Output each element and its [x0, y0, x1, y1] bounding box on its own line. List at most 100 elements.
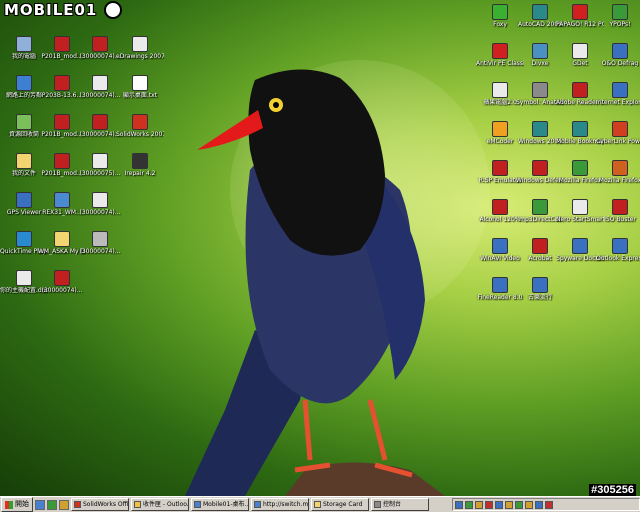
taskbar-button[interactable]: Mobile01-桌布... [191, 498, 249, 511]
desktop-icon[interactable]: Outlook Express [596, 236, 640, 276]
desktop-icon[interactable]: ISO Buster [596, 197, 640, 237]
desktop-icon-label: (30000074)... [79, 248, 121, 255]
desktop-icon-label: Outlook Express [596, 255, 640, 262]
app-icon [492, 277, 508, 293]
start-button[interactable]: 開始 [1, 497, 33, 512]
taskbar-button[interactable]: http://switch.mobi... [251, 498, 309, 511]
image-icon [92, 231, 108, 247]
app-icon [612, 199, 628, 215]
desktop-icon-label: (30000074)... [79, 209, 121, 216]
desktop-icon-label: Internet Explorer [596, 99, 640, 106]
autocad-icon [532, 4, 548, 20]
foxy-icon [492, 4, 508, 20]
desktop-icon[interactable]: Internet Explorer [596, 80, 640, 120]
app-icon [132, 153, 148, 169]
app-icon [532, 121, 548, 137]
app-icon [532, 238, 548, 254]
desktop-icon[interactable]: 顯示桌面.txt [116, 73, 164, 113]
desktop-icon-label: 古樂流行 [527, 294, 552, 301]
car-icon [492, 160, 508, 176]
quicklaunch-media-icon[interactable] [59, 499, 69, 510]
taskbar-button[interactable]: 收件匣 - Outloo... [131, 498, 189, 511]
control-panel-icon [374, 501, 381, 508]
edrawings-icon [132, 36, 148, 52]
desktop-icon[interactable]: Irepair 4.2 [116, 151, 164, 191]
desktop-icon[interactable]: SolidWorks 2007 SP0.0 [116, 112, 164, 152]
tray-icon[interactable] [495, 500, 503, 509]
desktop-icon[interactable]: (30000074)... [38, 268, 86, 308]
document-icon [16, 270, 32, 286]
desktop-icon[interactable]: O&O Defrag [596, 41, 640, 81]
taskbar-button[interactable]: Storage Card [311, 498, 369, 511]
taskbar-button[interactable]: 控制台 [371, 498, 429, 511]
taskbar-button-label: 收件匣 - Outloo... [143, 501, 189, 508]
shield-icon [532, 160, 548, 176]
app-icon [532, 277, 548, 293]
document-icon [92, 75, 108, 91]
app-icon [572, 160, 588, 176]
watermark-id: #305256 [589, 484, 636, 496]
folder-icon [16, 153, 32, 169]
pdf-icon [54, 270, 70, 286]
desktop-icon[interactable]: (30000074)... [76, 229, 124, 269]
quicklaunch-ie-icon[interactable] [35, 499, 45, 510]
mobile01-watermark: MOBILE01 [2, 0, 126, 22]
app-icon [572, 121, 588, 137]
app-icon [572, 199, 588, 215]
pdf-icon [54, 114, 70, 130]
solidworks-icon [74, 501, 81, 508]
browser-icon [194, 501, 201, 508]
ie-icon [612, 82, 628, 98]
network-icon [16, 75, 32, 91]
solidworks-icon [132, 114, 148, 130]
pdf-icon [54, 36, 70, 52]
taskbar-button-label: http://switch.mobi... [263, 501, 309, 508]
start-label: 開始 [15, 500, 29, 508]
desktop-icon-label: CyberLink PowerDVD [596, 138, 640, 145]
pdf-icon [54, 153, 70, 169]
folder-icon [54, 231, 70, 247]
desktop-icon[interactable]: eDrawings 2007 [116, 34, 164, 74]
pdf-icon [54, 75, 70, 91]
watermark-brand: MOBILE01 [4, 1, 98, 19]
tray-icon[interactable] [535, 500, 543, 509]
desktop-icon[interactable]: 古樂流行 [516, 275, 564, 315]
desktop-icon[interactable]: (30000074)... [76, 190, 124, 230]
tray-icon[interactable] [465, 500, 473, 509]
tray-icon[interactable] [455, 500, 463, 509]
document-icon [92, 153, 108, 169]
alcohol-icon [492, 199, 508, 215]
desktop-icon[interactable]: CyberLink PowerDVD [596, 119, 640, 159]
computer-icon [16, 36, 32, 52]
desktop-icon-label: ISO Buster [604, 216, 636, 223]
wallpaper-bird-legs [302, 399, 388, 461]
pdf-icon [92, 114, 108, 130]
tray-icon[interactable] [505, 500, 513, 509]
tray-icon[interactable] [525, 500, 533, 509]
dvd-icon [612, 121, 628, 137]
quicklaunch-desktop-icon[interactable] [47, 499, 57, 510]
antivirus-icon [492, 43, 508, 59]
desktop-icon[interactable]: Mozilla Firefox [596, 158, 640, 198]
desktop-icon-label: SolidWorks 2007 SP0.0 [116, 131, 164, 138]
desktop-icon-label: O&O Defrag [601, 60, 639, 67]
desktop-icon-label: Mozilla Firefox [598, 177, 640, 184]
globe-icon [16, 192, 32, 208]
quicktime-icon [16, 231, 32, 247]
taskbar-button-label: 控制台 [383, 501, 402, 508]
app-icon [532, 82, 548, 98]
taskbar-button-label: Storage Card [323, 501, 363, 508]
tray-icon[interactable] [485, 500, 493, 509]
taskbar-tasks: SolidWorks Offi... 收件匣 - Outloo... Mobile0… [69, 498, 429, 511]
tray-icon[interactable] [545, 500, 553, 509]
taskbar-button[interactable]: SolidWorks Offi... [71, 498, 129, 511]
firefox-icon [612, 160, 628, 176]
desktop-icon[interactable]: YPOPs! [596, 2, 640, 42]
app-icon [612, 4, 628, 20]
pdf-icon [92, 36, 108, 52]
tray-icon[interactable] [475, 500, 483, 509]
app-icon [612, 238, 628, 254]
desktop: MOBILE01 我的電腦 網路上的芳鄰 資源回收筒 我的文件 GPS Viewer Qu… [0, 0, 640, 496]
app-icon [612, 43, 628, 59]
tray-icon[interactable] [515, 500, 523, 509]
